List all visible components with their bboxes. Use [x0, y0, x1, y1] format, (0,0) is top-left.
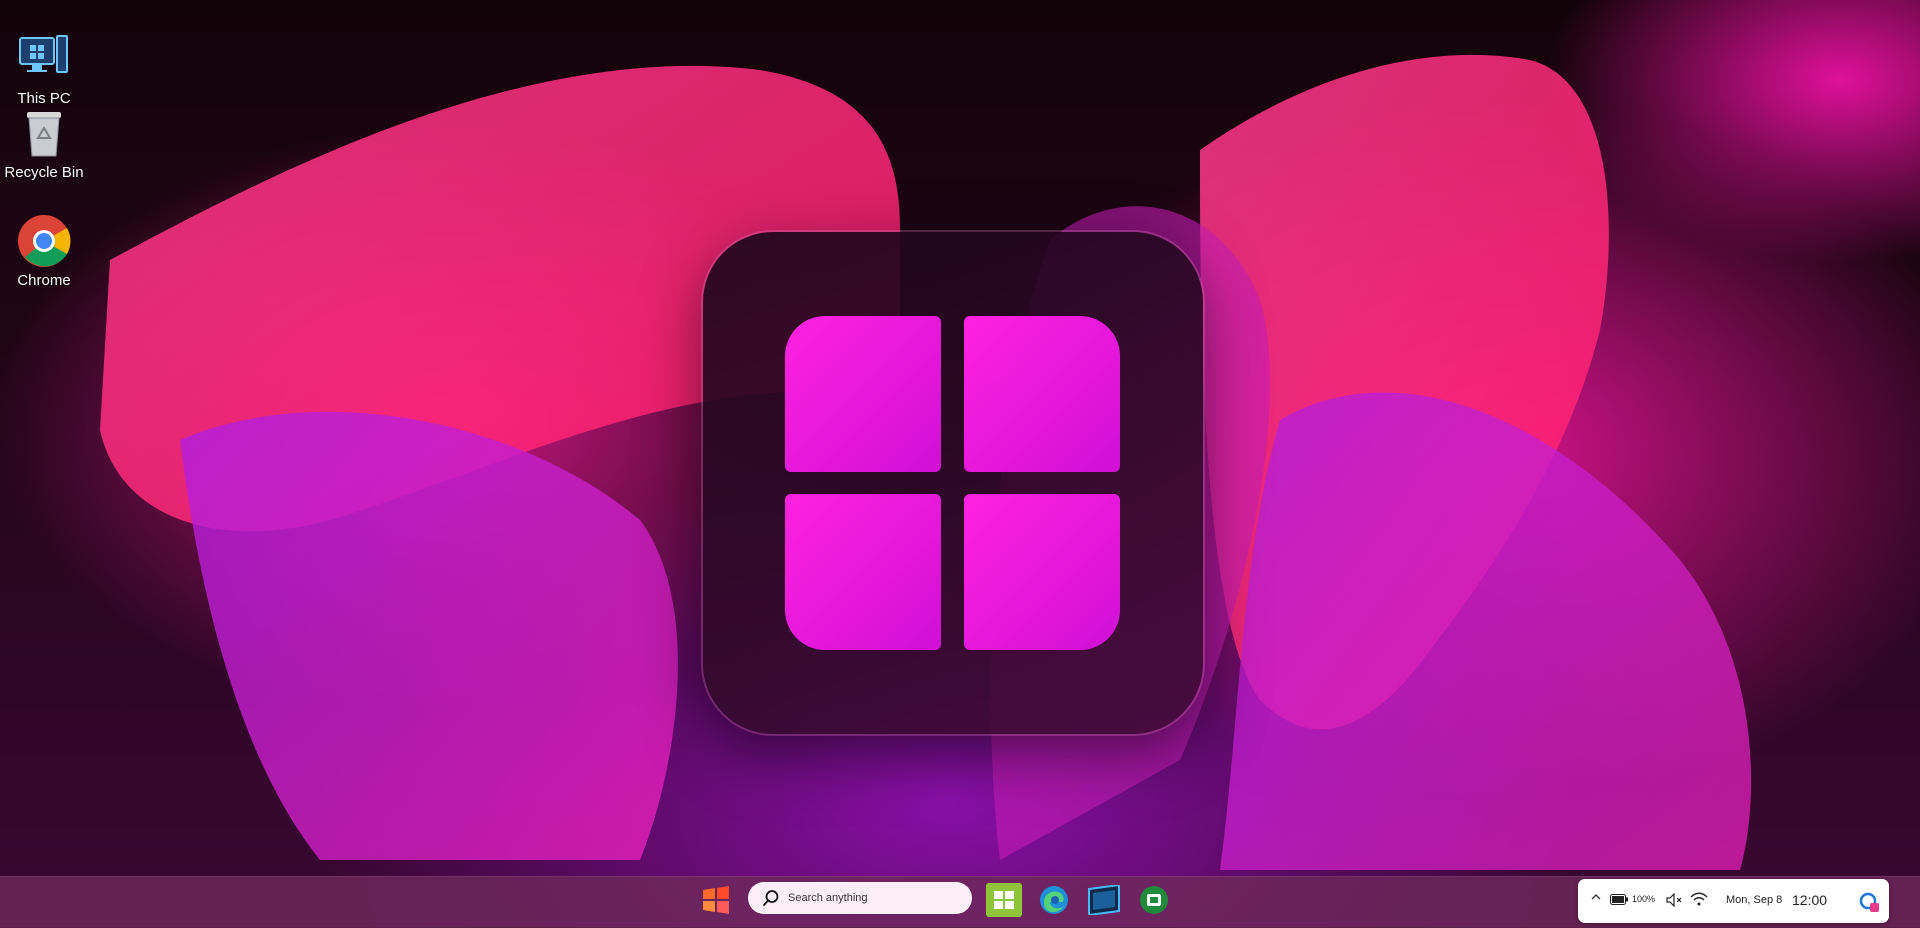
taskbar-app-edge[interactable] — [1034, 880, 1074, 920]
system-tray: 100% Mon, Sep 8 12:00 — [1578, 879, 1889, 923]
desktop-icon-recycle-bin[interactable]: Recycle Bin — [0, 106, 88, 181]
battery-icon[interactable] — [1610, 894, 1628, 909]
tray-date[interactable]: Mon, Sep 8 — [1726, 894, 1782, 906]
edge-icon — [1040, 886, 1068, 914]
chevron-up-icon[interactable] — [1590, 891, 1602, 906]
desktop-icon-label: Recycle Bin — [4, 164, 84, 181]
desktop-icon-chrome[interactable]: Chrome — [0, 214, 88, 289]
battery-percent: 100% — [1632, 894, 1656, 904]
desktop-icon-this-pc[interactable]: This PC — [0, 32, 88, 107]
app-window-icon — [1088, 885, 1120, 915]
taskbar-search[interactable]: Search anything — [748, 882, 972, 914]
this-pc-icon — [17, 32, 71, 86]
search-icon — [763, 890, 779, 906]
volume-icon[interactable] — [1666, 892, 1682, 910]
green-circle-app-icon — [1140, 886, 1168, 914]
logo-pane-top-right — [964, 316, 1120, 472]
taskbar-app-widgets[interactable] — [984, 880, 1024, 920]
widgets-icon — [986, 883, 1022, 917]
taskbar-app-4[interactable] — [1134, 880, 1174, 920]
desktop-icon-label: Chrome — [17, 272, 71, 289]
wifi-icon[interactable] — [1690, 892, 1708, 909]
copilot-icon[interactable] — [1858, 891, 1880, 916]
search-placeholder: Search anything — [788, 892, 868, 904]
desktop-icon-label: This PC — [17, 90, 71, 107]
logo-pane-bottom-right — [964, 494, 1120, 650]
recycle-bin-icon — [17, 106, 71, 160]
start-button[interactable] — [696, 880, 736, 920]
windows-start-icon — [703, 886, 729, 914]
chrome-icon — [17, 214, 71, 268]
logo-pane-top-left — [785, 316, 941, 472]
taskbar-app-3[interactable] — [1084, 880, 1124, 920]
logo-pane-bottom-left — [785, 494, 941, 650]
tray-time[interactable]: 12:00 — [1792, 892, 1827, 908]
windows-logo-icon — [703, 232, 1203, 734]
